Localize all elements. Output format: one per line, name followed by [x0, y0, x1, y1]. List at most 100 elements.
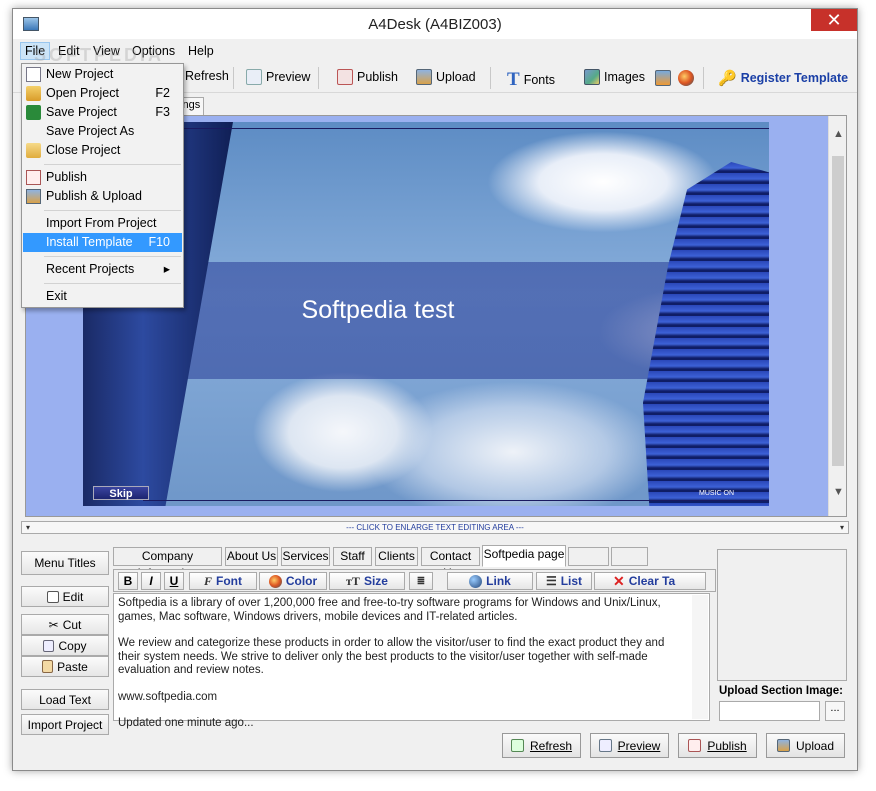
- menu-item-save-project[interactable]: Save Project F3: [23, 103, 182, 122]
- toolbar-separator: [233, 67, 234, 89]
- paste-button[interactable]: Paste: [21, 656, 109, 677]
- list-icon: ☰: [545, 574, 557, 588]
- paste-label: Paste: [57, 659, 88, 674]
- image-icon: [584, 69, 600, 85]
- menu-item-exit[interactable]: Exit: [23, 287, 182, 306]
- menu-item-close-project[interactable]: Close Project: [23, 141, 182, 160]
- underline-button[interactable]: U: [164, 572, 184, 590]
- preview-icon: [246, 69, 262, 85]
- content-text-editor[interactable]: Softpedia is a library of over 1,200,000…: [113, 593, 710, 729]
- menu-item-recent-projects[interactable]: Recent Projects ▸: [23, 260, 182, 279]
- fonts-toolbar-button[interactable]: T Fonts: [507, 69, 555, 91]
- menu-separator: [44, 164, 181, 165]
- browse-button[interactable]: ...: [825, 701, 845, 721]
- images-toolbar-button[interactable]: Images: [584, 69, 645, 85]
- scroll-thumb[interactable]: [832, 156, 844, 466]
- cut-button[interactable]: ✂ Cut: [21, 614, 109, 635]
- enlarge-text-area-bar[interactable]: ▾ --- CLICK TO ENLARGE TEXT EDITING AREA…: [21, 521, 849, 534]
- menu-titles-button[interactable]: Menu Titles: [21, 551, 109, 575]
- palette-icon[interactable]: [678, 70, 694, 86]
- enlarge-label: --- CLICK TO ENLARGE TEXT EDITING AREA -…: [346, 523, 524, 532]
- menu-help[interactable]: Help: [188, 44, 214, 58]
- refresh-label: Refresh: [185, 69, 229, 83]
- skip-button[interactable]: Skip: [93, 486, 149, 500]
- font-button[interactable]: F Font: [189, 572, 257, 590]
- upload-toolbar-button[interactable]: Upload: [416, 69, 476, 85]
- cut-label: Cut: [62, 617, 82, 632]
- menu-item-save-project-as[interactable]: Save Project As: [23, 122, 182, 141]
- publish-icon: [688, 739, 702, 752]
- clear-label: Clear Ta: [628, 574, 676, 588]
- menu-item-import-from-project[interactable]: Import From Project: [23, 214, 182, 233]
- close-button[interactable]: ✕: [811, 9, 857, 31]
- refresh-toolbar-button[interactable]: Refresh: [185, 69, 229, 83]
- menu-item-install-template[interactable]: Install Template F10: [23, 233, 182, 252]
- copy-label: Copy: [58, 638, 87, 653]
- globe-link-icon: [469, 574, 483, 588]
- text-scrollbar[interactable]: [692, 595, 708, 719]
- menu-item-publish-upload[interactable]: Publish & Upload: [23, 187, 182, 206]
- preview-button[interactable]: Preview: [590, 733, 669, 758]
- edit-icon: [46, 590, 59, 603]
- load-text-button[interactable]: Load Text: [21, 689, 109, 710]
- tab-softpedia-page[interactable]: Softpedia page: [482, 545, 566, 567]
- register-template-button[interactable]: 🔑 Register Template: [718, 69, 848, 87]
- palette-icon: [268, 574, 282, 588]
- chevron-down-icon: ▾: [26, 523, 31, 532]
- bold-button[interactable]: B: [118, 572, 138, 590]
- menu-item-label: Exit: [46, 289, 67, 303]
- content-paragraph: Updated one minute ago...: [118, 717, 254, 729]
- shortcut-label: F3: [155, 105, 170, 119]
- publish-button[interactable]: Publish: [678, 733, 757, 758]
- publish-button-label: Publish: [707, 738, 747, 753]
- color-label: Color: [285, 574, 318, 588]
- menu-item-open-project[interactable]: Open Project F2: [23, 84, 182, 103]
- tab-contact-us[interactable]: Contact Us: [421, 547, 480, 580]
- size-label: Size: [363, 574, 388, 588]
- preview-button-label: Preview: [617, 738, 661, 753]
- key-icon: 🔑: [718, 70, 737, 87]
- preview-scrollbar[interactable]: ▲ ▼: [828, 116, 846, 516]
- color-button[interactable]: Color: [259, 572, 327, 590]
- link-button[interactable]: Link: [447, 572, 533, 590]
- edit-button[interactable]: Edit: [21, 586, 109, 607]
- font-f-icon: F: [203, 573, 212, 588]
- new-document-icon: [26, 67, 41, 82]
- scroll-up-icon[interactable]: ▲: [833, 128, 844, 140]
- upload-button[interactable]: Upload: [766, 733, 845, 758]
- import-project-button[interactable]: Import Project: [21, 714, 109, 735]
- toolbar-separator: [490, 67, 491, 89]
- size-button[interactable]: тT Size: [329, 572, 405, 590]
- section-image-path-input[interactable]: [719, 701, 820, 721]
- refresh-button[interactable]: Refresh: [502, 733, 581, 758]
- tab-empty-1[interactable]: [568, 547, 609, 566]
- tab-company-information[interactable]: Company Information: [113, 547, 222, 580]
- tab-empty-2[interactable]: [611, 547, 648, 566]
- list-button[interactable]: ☰ List: [536, 572, 592, 590]
- content-paragraph: We review and categorize these products …: [118, 637, 665, 676]
- publish-toolbar-button[interactable]: Publish: [337, 69, 398, 85]
- chevron-down-icon: ▾: [839, 523, 844, 532]
- tab-services[interactable]: Services: [281, 547, 330, 566]
- menu-item-publish[interactable]: Publish: [23, 168, 182, 187]
- menu-item-label: Save Project As: [46, 124, 135, 138]
- italic-button[interactable]: I: [141, 572, 161, 590]
- settings-tool-icon[interactable]: [655, 70, 671, 86]
- tab-about-us[interactable]: About Us: [225, 547, 278, 566]
- menu-item-label: New Project: [46, 67, 114, 81]
- preview-toolbar-button[interactable]: Preview: [246, 69, 310, 85]
- refresh-icon: [510, 739, 524, 752]
- content-url: www.softpedia.com: [118, 690, 218, 703]
- align-button[interactable]: ≣: [409, 572, 433, 590]
- scroll-down-icon[interactable]: ▼: [833, 486, 844, 498]
- shortcut-label: F2: [155, 86, 170, 100]
- tab-clients[interactable]: Clients: [375, 547, 418, 566]
- music-toggle[interactable]: MUSIC ON: [699, 490, 734, 497]
- clear-tags-button[interactable]: ✕ Clear Ta: [594, 572, 706, 590]
- menu-separator: [44, 210, 181, 211]
- list-label: List: [560, 574, 583, 588]
- preview-label: Preview: [266, 70, 311, 84]
- menu-item-new-project[interactable]: New Project: [23, 65, 182, 84]
- copy-button[interactable]: Copy: [21, 635, 109, 656]
- tab-staff[interactable]: Staff: [333, 547, 372, 566]
